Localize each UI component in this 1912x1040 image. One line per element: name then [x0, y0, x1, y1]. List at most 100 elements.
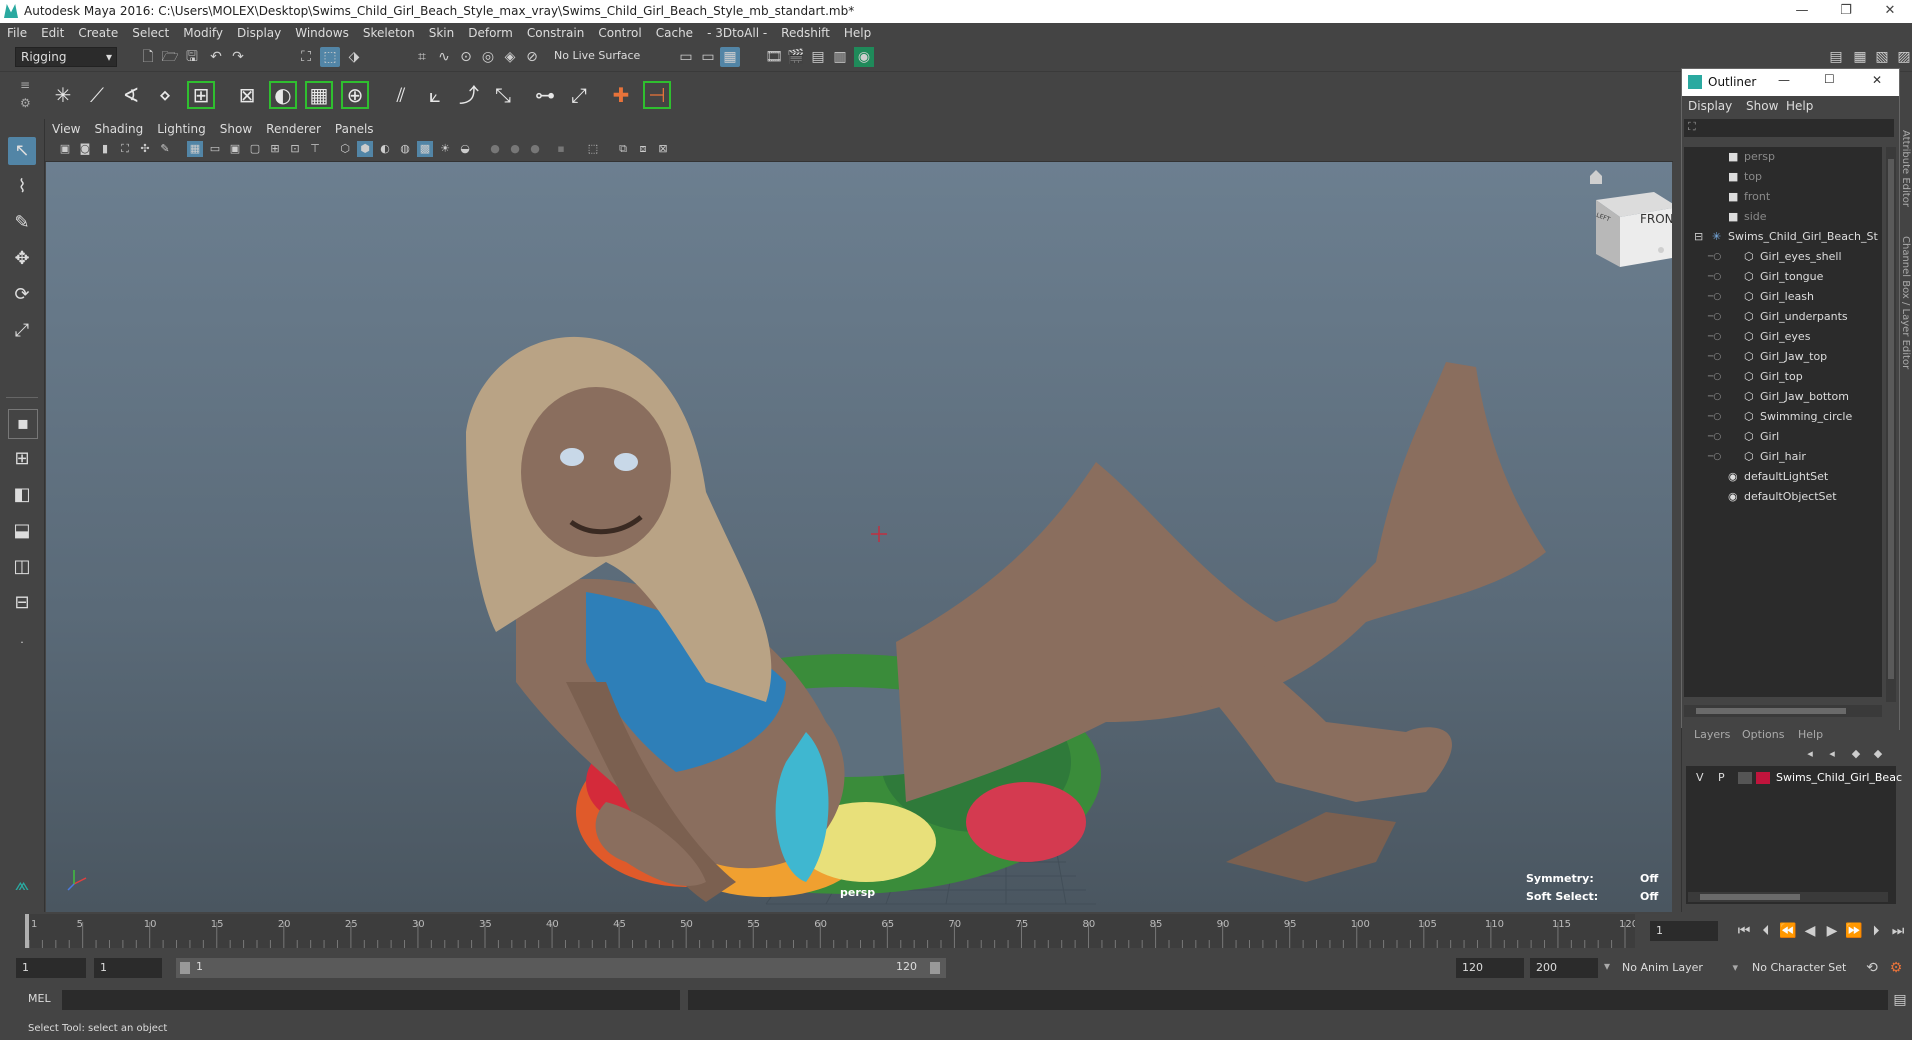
- menu-skin[interactable]: Skin: [422, 23, 462, 43]
- outliner-item[interactable]: ■ persp: [1684, 147, 1884, 167]
- panel-menu-renderer[interactable]: Renderer: [259, 119, 328, 139]
- menu-windows[interactable]: Windows: [288, 23, 356, 43]
- step-back-key-icon[interactable]: ⏪: [1778, 921, 1798, 941]
- collapse-icon[interactable]: ⊟: [1694, 227, 1703, 247]
- save-scene-icon[interactable]: 🖫: [182, 47, 202, 67]
- wire-deformer-icon[interactable]: ⊕: [340, 80, 370, 110]
- motion-blur-icon[interactable]: ●: [507, 141, 523, 157]
- ik-spline-icon[interactable]: ⋄: [150, 80, 180, 110]
- create-joint-icon[interactable]: ✳: [48, 80, 78, 110]
- outliner-menu-show[interactable]: Show: [1746, 96, 1778, 116]
- menu-file[interactable]: File: [0, 23, 34, 43]
- anti-aliasing-icon[interactable]: ●: [527, 141, 543, 157]
- outliner-item[interactable]: ─○ ⬡ Girl_top: [1684, 367, 1884, 387]
- layers-menu-options[interactable]: Options: [1742, 728, 1784, 741]
- new-layer-selected-icon[interactable]: ◆: [1870, 746, 1886, 762]
- panel-menu-show[interactable]: Show: [213, 119, 259, 139]
- layers-menu-help[interactable]: Help: [1798, 728, 1823, 741]
- play-backwards-icon[interactable]: ◀: [1800, 921, 1820, 941]
- outliner-hscroll-thumb[interactable]: [1696, 708, 1846, 714]
- outliner-search-field[interactable]: ⛶: [1684, 119, 1894, 137]
- anim-layer-chevron-icon[interactable]: ▾: [1604, 959, 1610, 973]
- aim-constraint-icon[interactable]: ⤴: [454, 80, 484, 110]
- snap-point-icon[interactable]: ⊙: [456, 47, 476, 67]
- outliner-item[interactable]: ─○ ⬡ Swimming_circle: [1684, 407, 1884, 427]
- script-editor-icon[interactable]: ▤: [1890, 990, 1910, 1010]
- menu-modify[interactable]: Modify: [176, 23, 230, 43]
- bookmark-icon[interactable]: ▮: [97, 141, 113, 157]
- field-chart-icon[interactable]: ⊞: [267, 141, 283, 157]
- persp-outliner-layout-icon[interactable]: ◧: [8, 481, 36, 509]
- snap-view-icon[interactable]: ◎: [478, 47, 498, 67]
- xray-components-icon[interactable]: ⊠: [655, 141, 671, 157]
- paint-select-tool-icon[interactable]: ✎: [8, 209, 36, 237]
- layer-visibility-toggle[interactable]: V: [1696, 768, 1704, 788]
- outliner-menu-help[interactable]: Help: [1786, 96, 1813, 116]
- outliner-close-button[interactable]: ✕: [1872, 73, 1882, 87]
- pole-vector-icon[interactable]: ⤢: [564, 80, 594, 110]
- film-gate-icon[interactable]: ▭: [207, 141, 223, 157]
- insert-joint-icon[interactable]: ⟋: [82, 80, 112, 110]
- select-component-icon[interactable]: ⬗: [344, 47, 364, 67]
- character-set-dropdown[interactable]: No Character Set: [1752, 958, 1862, 978]
- layer-horizontal-scrollbar[interactable]: [1688, 892, 1888, 902]
- attribute-editor-toggle-icon[interactable]: ▦: [1850, 47, 1870, 67]
- construction-history-icon[interactable]: ▦: [720, 47, 740, 67]
- single-view-icon[interactable]: ▪: [8, 409, 38, 439]
- perspective-viewport[interactable]: FRONT LEFT persp Symmetry: Off Soft Sele…: [46, 162, 1672, 912]
- channel-box-tab[interactable]: Channel Box / Layer Editor: [1900, 236, 1911, 369]
- layer-color-swatch[interactable]: [1756, 772, 1770, 784]
- end-time-field[interactable]: 200: [1530, 958, 1598, 978]
- attribute-editor-tab[interactable]: Attribute Editor: [1900, 130, 1911, 207]
- cluster-icon[interactable]: ⊠: [232, 80, 262, 110]
- lattice-icon[interactable]: ▦: [304, 80, 334, 110]
- select-hierarchy-icon[interactable]: ⛶: [296, 47, 316, 67]
- smooth-shade-icon[interactable]: ⬢: [357, 141, 373, 157]
- play-forwards-icon[interactable]: ▶: [1822, 921, 1842, 941]
- outliner-item[interactable]: ─○ ⬡ Girl: [1684, 427, 1884, 447]
- step-forward-key-icon[interactable]: ⏩: [1844, 921, 1864, 941]
- outliner-item[interactable]: ─○ ⬡ Girl_underpants: [1684, 307, 1884, 327]
- locator-icon[interactable]: ✚: [606, 80, 636, 110]
- animation-preferences-icon[interactable]: ⚙: [1886, 958, 1906, 978]
- new-empty-layer-icon[interactable]: ◆: [1848, 746, 1864, 762]
- safe-action-icon[interactable]: ⊡: [287, 141, 303, 157]
- ambient-occlusion-icon[interactable]: ●: [487, 141, 503, 157]
- output-ops-icon[interactable]: ▭: [698, 47, 718, 67]
- select-object-icon[interactable]: ⬚: [320, 47, 340, 67]
- outliner-item[interactable]: ─○ ⬡ Girl_Jaw_bottom: [1684, 387, 1884, 407]
- outliner-minimize-button[interactable]: —: [1778, 73, 1790, 87]
- outliner-item[interactable]: ─○ ⬡ Girl_leash: [1684, 287, 1884, 307]
- menu-cache[interactable]: Cache: [649, 23, 700, 43]
- panel-menu-lighting[interactable]: Lighting: [150, 119, 213, 139]
- safe-title-icon[interactable]: ⊤: [307, 141, 323, 157]
- menu-select[interactable]: Select: [125, 23, 176, 43]
- select-camera-icon[interactable]: ▣: [57, 141, 73, 157]
- snap-curve-icon[interactable]: ∿: [434, 47, 454, 67]
- scale-constraint-icon[interactable]: ⤡: [488, 80, 518, 110]
- render-view-icon[interactable]: 🎞: [764, 47, 784, 67]
- range-slider-start-handle[interactable]: [180, 962, 190, 974]
- menu-help[interactable]: Help: [837, 23, 878, 43]
- time-slider[interactable]: 1 5 10 15 20 25 30 35 40 45 50 55 60 65 70 75 80 85 90 95 10…: [25, 914, 1635, 948]
- layout-options-icon[interactable]: ·: [8, 629, 36, 657]
- outliner-scroll-thumb[interactable]: [1888, 159, 1894, 679]
- start-time-field[interactable]: 1: [16, 958, 86, 978]
- ipr-render-icon[interactable]: ▤: [808, 47, 828, 67]
- playback-end-field[interactable]: 120: [1456, 958, 1524, 978]
- grease-pencil-icon[interactable]: ✎: [157, 141, 173, 157]
- menu-display[interactable]: Display: [230, 23, 288, 43]
- panel-menu-view[interactable]: View: [45, 119, 87, 139]
- outliner-item[interactable]: ■ front: [1684, 187, 1884, 207]
- step-forward-frame-icon[interactable]: ⏵: [1866, 921, 1886, 941]
- move-layer-up-icon[interactable]: ◂: [1802, 746, 1818, 762]
- outliner-item[interactable]: ─○ ⬡ Girl_tongue: [1684, 267, 1884, 287]
- persp-graph-layout-icon[interactable]: ⬓: [8, 517, 36, 545]
- go-to-end-icon[interactable]: ⏭: [1888, 921, 1908, 941]
- camera-attributes-icon[interactable]: ◙: [77, 141, 93, 157]
- textured-icon[interactable]: ▩: [417, 141, 433, 157]
- render-settings-icon[interactable]: ▥: [830, 47, 850, 67]
- layer-name[interactable]: Swims_Child_Girl_Beac: [1776, 768, 1902, 788]
- hypershade-icon[interactable]: ◉: [854, 47, 874, 67]
- move-tool-icon[interactable]: ✥: [8, 245, 36, 273]
